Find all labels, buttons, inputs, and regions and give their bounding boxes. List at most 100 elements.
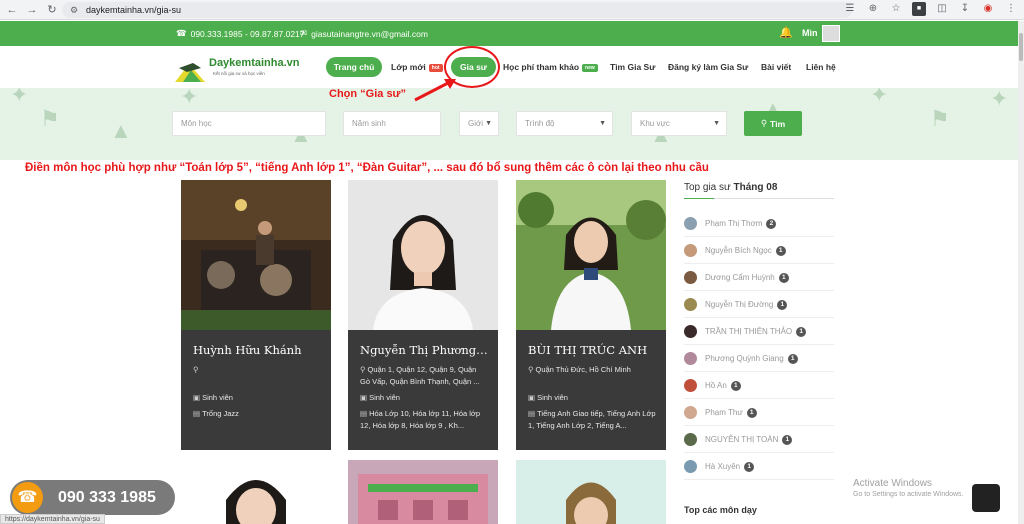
- nav-home[interactable]: Trang chủ: [326, 57, 382, 77]
- browser-toolbar: ← → ↻ ⚙ daykemtainha.vn/gia-su ☰ ⊕ ☆ ■ ◫…: [0, 0, 1024, 20]
- contact-bar: ☎ 090.333.1985 - 09.87.87.0217 ✉ giasuta…: [0, 21, 1024, 46]
- nav-new-classes[interactable]: Lớp mới hot: [391, 62, 443, 72]
- top-tutor-count: 1: [782, 434, 793, 445]
- profile-icon[interactable]: ◉: [981, 2, 995, 16]
- extension-icon[interactable]: ■: [912, 2, 926, 16]
- tutor-photo: [348, 180, 498, 330]
- avatar[interactable]: [822, 25, 840, 42]
- map-pin-icon: ⚲: [360, 365, 366, 374]
- avatar: [684, 271, 697, 284]
- tutor-subjects-text: Tiếng Anh Giao tiếp, Tiếng Anh Lớp 1, Ti…: [528, 409, 656, 430]
- decor-network-icon: ✦: [990, 88, 1009, 111]
- decor-network-icon: ✦: [10, 88, 29, 107]
- search-banner: ✦ ⚑ ▲ ✦ ▲ ▲ ▲ ✦ ⚑ ✦: [0, 88, 1018, 160]
- tutor-location: ⚲ Quận 1, Quận 12, Quận 9, Quận Gò Vấp, Q…: [360, 364, 488, 388]
- zoom-icon[interactable]: ⊕: [866, 2, 880, 16]
- tutor-card-partial[interactable]: [348, 460, 498, 524]
- top-tutor-item[interactable]: NGUYỄN THỊ TOÀN 1: [684, 427, 834, 453]
- subject-input[interactable]: Môn học: [172, 111, 326, 136]
- translate-icon[interactable]: ☰: [843, 2, 857, 16]
- top-tutor-name: Nguyễn Bích Ngọc: [705, 246, 772, 255]
- tutor-photo: [516, 180, 666, 330]
- area-select[interactable]: Khu vực ▼: [631, 111, 727, 136]
- tutor-location: ⚲: [193, 364, 321, 376]
- avatar: [684, 379, 697, 392]
- phone-contact[interactable]: ☎ 090.333.1985 - 09.87.87.0217: [176, 28, 305, 39]
- bell-icon[interactable]: 🔔: [779, 26, 793, 39]
- bookmark-star-icon[interactable]: ☆: [889, 2, 903, 16]
- tutor-subjects: ▤ Hóa Lớp 10, Hóa lớp 11, Hóa lớp 12, Hóa…: [360, 408, 488, 432]
- level-select[interactable]: Trình độ ▼: [516, 111, 613, 136]
- top-tutor-count: 1: [778, 272, 789, 283]
- hotline-number: 090 333 1985: [58, 489, 156, 506]
- nav-find-tutor[interactable]: Tìm Gia Sư: [610, 62, 655, 72]
- site-info-icon[interactable]: ⚙: [70, 5, 80, 15]
- search-button-label: Tìm: [770, 118, 786, 129]
- phone-icon: ☎: [12, 482, 43, 513]
- top-tutor-name: Phương Quỳnh Giang: [705, 354, 784, 363]
- activate-windows-title: Activate Windows: [853, 478, 932, 489]
- forward-icon[interactable]: →: [24, 2, 40, 18]
- level-select-value: Trình độ: [525, 119, 555, 128]
- scrollbar-thumb[interactable]: [1019, 33, 1023, 61]
- tutor-location-text: Quận Thủ Đức, Hồ Chí Minh: [535, 365, 631, 374]
- tutor-location: ⚲ Quận Thủ Đức, Hồ Chí Minh: [528, 364, 656, 376]
- mail-icon: ✉: [300, 28, 308, 38]
- avatar: [684, 325, 697, 338]
- download-icon[interactable]: ↧: [958, 2, 972, 16]
- search-button[interactable]: ⚲ Tìm: [744, 111, 802, 136]
- top-tutor-count: 1: [777, 299, 788, 310]
- sidebar-divider-accent: [684, 198, 714, 199]
- site-logo[interactable]: Daykemtainha.vn Kết nối gia sư và học vi…: [173, 54, 299, 86]
- address-bar[interactable]: ⚙ daykemtainha.vn/gia-su: [62, 2, 852, 18]
- book-icon: ▤: [193, 409, 201, 418]
- gender-select-value: Giới: [468, 119, 484, 128]
- extensions-puzzle-icon[interactable]: ◫: [935, 2, 949, 16]
- avatar: [684, 433, 697, 446]
- nav-fees[interactable]: Học phí tham khảo new: [503, 62, 598, 72]
- nav-register-tutor[interactable]: Đăng ký làm Gia Sư: [668, 62, 748, 72]
- page-scrollbar[interactable]: [1018, 21, 1024, 524]
- tutor-name: Nguyễn Thị Phương Th...: [360, 343, 490, 357]
- top-tutor-item[interactable]: TRẦN THỊ THIÊN THẢO 1: [684, 319, 834, 345]
- top-tutor-item[interactable]: Hồ An 1: [684, 373, 834, 399]
- book-icon: ▤: [360, 409, 368, 418]
- tutor-card[interactable]: BÙI THỊ TRÚC ANH ⚲ Quận Thủ Đức, Hồ Chí M…: [516, 180, 666, 450]
- top-tutor-item[interactable]: Dương Cẩm Huỳnh 1: [684, 265, 834, 291]
- tutor-card-partial[interactable]: [181, 460, 331, 524]
- tutor-card[interactable]: Huỳnh Hữu Khánh ⚲ ▣ Sinh viên ▤ Trống Jazz: [181, 180, 331, 450]
- nav-new-classes-label: Lớp mới: [391, 62, 426, 72]
- phone-text: 090.333.1985 - 09.87.87.0217: [190, 28, 305, 39]
- url-text: daykemtainha.vn/gia-su: [86, 5, 182, 15]
- top-tutor-item[interactable]: Nguyễn Bích Ngọc 1: [684, 238, 834, 264]
- tutor-role-text: Sinh viên: [202, 393, 233, 402]
- top-tutor-name: Phạm Thư: [705, 408, 743, 417]
- search-icon: ⚲: [760, 118, 768, 128]
- email-contact[interactable]: ✉ giasutainangtre.vn@gmail.com: [300, 28, 428, 39]
- top-tutor-item[interactable]: Phạm Thị Thơm 2: [684, 211, 834, 237]
- reload-icon[interactable]: ↻: [44, 2, 60, 18]
- tutor-card[interactable]: Nguyễn Thị Phương Th... ⚲Quận 1, Quận 12…: [348, 180, 498, 450]
- top-tutor-count: 2: [766, 218, 777, 229]
- call-hotline-button[interactable]: ☎ 090 333 1985: [10, 480, 175, 515]
- top-tutor-item[interactable]: Hà Xuyên 1: [684, 454, 834, 480]
- back-icon[interactable]: ←: [4, 2, 20, 18]
- gender-select[interactable]: Giới ▼: [459, 111, 499, 136]
- username[interactable]: Mìn: [802, 28, 818, 38]
- area-select-value: Khu vực: [640, 119, 670, 128]
- tutor-card-partial[interactable]: [516, 460, 666, 524]
- chevron-down-icon: ▼: [485, 120, 492, 127]
- top-tutor-item[interactable]: Phạm Thư 1: [684, 400, 834, 426]
- nav-posts[interactable]: Bài viết: [761, 62, 791, 72]
- top-tutor-item[interactable]: Nguyễn Thị Đường 1: [684, 292, 834, 318]
- top-tutor-item[interactable]: Phương Quỳnh Giang 1: [684, 346, 834, 372]
- menu-dots-icon[interactable]: ⋮: [1004, 2, 1018, 16]
- tutor-subjects-text: Hóa Lớp 10, Hóa lớp 11, Hóa lớp 12, Hóa …: [360, 409, 481, 430]
- birth-year-input[interactable]: Năm sinh: [343, 111, 441, 136]
- decor-network-icon: ✦: [180, 88, 199, 109]
- new-badge: new: [582, 63, 598, 72]
- decor-bell-icon: ⚑: [930, 106, 950, 131]
- phone-icon: ☎: [176, 28, 187, 38]
- recorder-logo-icon: [972, 484, 1000, 512]
- nav-contact[interactable]: Liên hệ: [806, 62, 836, 72]
